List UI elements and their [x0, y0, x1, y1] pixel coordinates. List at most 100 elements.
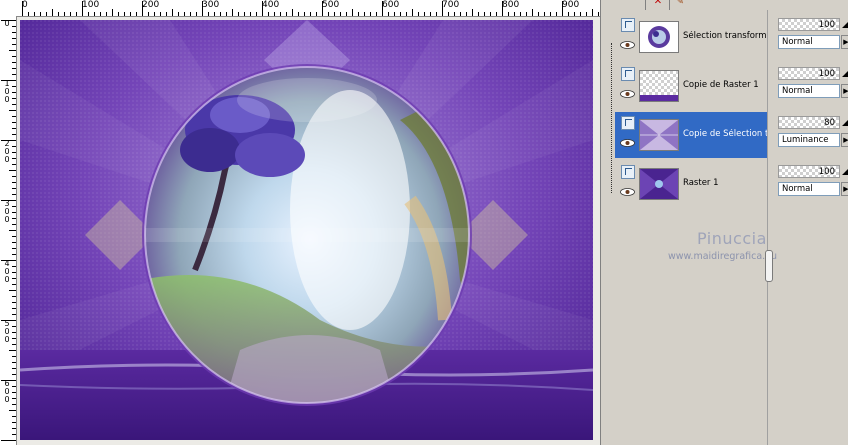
ruler-tick: [448, 12, 449, 16]
ruler-tick: [12, 326, 16, 327]
ruler-tick: [478, 12, 479, 16]
ruler-tick: [12, 86, 16, 87]
ruler-tick: [12, 92, 16, 93]
ruler-tick: [334, 12, 335, 16]
ruler-tick: [46, 12, 47, 16]
ruler-tick: [340, 12, 341, 16]
toolbar-separator: [645, 0, 646, 10]
ruler-tick: [124, 12, 125, 16]
layer-row-selected[interactable]: Copie de Sélection t: [615, 112, 768, 158]
ruler-tick: [12, 74, 16, 75]
horizontal-ruler: 0 100 200 300 400 500 600 700 800 900: [16, 0, 600, 17]
layer-name: Raster 1: [683, 178, 719, 188]
ruler-tick: [12, 32, 16, 33]
eye-visibility-icon[interactable]: [620, 188, 635, 196]
eye-visibility-icon[interactable]: [620, 139, 635, 147]
ruler-tick: [1, 380, 16, 381]
layer-row[interactable]: Copie de Raster 1: [615, 63, 767, 109]
ruler-tick: [400, 12, 401, 16]
ruler-tick: [12, 308, 16, 309]
ruler-tick: [514, 12, 515, 16]
eye-visibility-icon[interactable]: [620, 90, 635, 98]
layer-type-icon: [621, 18, 635, 32]
ruler-tick: [12, 392, 16, 393]
toolbar-separator: [669, 0, 670, 10]
ruler-tick: [178, 12, 179, 16]
ruler-tick: [9, 50, 16, 51]
ruler-tick: [112, 9, 113, 16]
ruler-tick: [88, 12, 89, 16]
ruler-tick: [136, 12, 137, 16]
blend-mode-select[interactable]: Luminance: [778, 133, 840, 147]
ruler-tick: [388, 12, 389, 16]
opacity-spin-icon[interactable]: ◢: [842, 69, 848, 78]
ruler-corner: [0, 0, 17, 17]
ruler-tick: [166, 12, 167, 16]
layer-row[interactable]: Raster 1: [615, 161, 767, 207]
ruler-tick: [12, 158, 16, 159]
opacity-value: 100: [818, 20, 835, 30]
ruler-tick: [12, 266, 16, 267]
ruler-label: 900: [562, 0, 580, 10]
ruler-tick: [9, 350, 16, 351]
x-pattern-icon: [640, 120, 678, 150]
ruler-tick: [352, 9, 353, 16]
layer-properties: 100 ◢ Normal ▶ 100 ◢ Normal ▶ 80 ◢ Lumin…: [767, 10, 848, 445]
ruler-tick: [220, 12, 221, 16]
ruler-tick: [580, 12, 581, 16]
layer-name: Copie de Raster 1: [683, 80, 759, 90]
ruler-tick: [250, 12, 251, 16]
ruler-tick: [496, 12, 497, 16]
ruler-tick: [40, 12, 41, 16]
ruler-tick: [12, 68, 16, 69]
layer-props-row: 100 ◢ Normal ▶: [778, 67, 848, 113]
blend-mode-select[interactable]: Normal: [778, 84, 840, 98]
opacity-slider[interactable]: 100: [778, 67, 840, 80]
blend-mode-select[interactable]: Normal: [778, 35, 840, 49]
ruler-tick: [472, 9, 473, 16]
opacity-slider[interactable]: 100: [778, 18, 840, 31]
ruler-tick: [12, 26, 16, 27]
ruler-tick: [12, 374, 16, 375]
opacity-spin-icon[interactable]: ◢: [842, 118, 848, 127]
scrollbar-thumb[interactable]: [765, 250, 773, 282]
blend-dropdown-arrow-icon[interactable]: ▶: [841, 35, 848, 49]
ruler-tick: [502, 1, 503, 16]
ruler-tick: [22, 1, 23, 16]
ruler-tick: [1, 260, 16, 261]
ruler-tick: [12, 104, 16, 105]
ruler-tick: [1, 20, 16, 21]
ruler-tick: [12, 368, 16, 369]
ruler-tick: [562, 1, 563, 16]
opacity-spin-icon[interactable]: ◢: [842, 167, 848, 176]
ruler-tick: [12, 404, 16, 405]
ruler-tick: [12, 356, 16, 357]
blend-dropdown-arrow-icon[interactable]: ▶: [841, 182, 848, 196]
purple-bg-icon: [640, 169, 678, 199]
opacity-slider[interactable]: 80: [778, 116, 840, 129]
ruler-tick: [154, 12, 155, 16]
ruler-tick: [526, 12, 527, 16]
ruler-tick: [346, 12, 347, 16]
ruler-tick: [286, 12, 287, 16]
opacity-spin-icon[interactable]: ◢: [842, 20, 848, 29]
opacity-slider[interactable]: 100: [778, 165, 840, 178]
eye-visibility-icon[interactable]: [620, 41, 635, 49]
ruler-label: 300: [202, 0, 220, 10]
layer-row[interactable]: Sélection transformée: [615, 14, 769, 60]
ruler-tick: [268, 12, 269, 16]
ruler-label: 5 0 0: [4, 319, 10, 344]
blend-dropdown-arrow-icon[interactable]: ▶: [841, 84, 848, 98]
ruler-tick: [226, 12, 227, 16]
ruler-label: 700: [442, 0, 460, 10]
ruler-tick: [9, 410, 16, 411]
image-canvas[interactable]: [20, 20, 593, 440]
blend-dropdown-arrow-icon[interactable]: ▶: [841, 133, 848, 147]
ruler-tick: [586, 12, 587, 16]
image-workspace[interactable]: 0 100 200 300 400 500 600 700 800 900 0 …: [0, 0, 600, 445]
blend-mode-select[interactable]: Normal: [778, 182, 840, 196]
delete-layer-icon[interactable]: ✕: [651, 0, 665, 8]
ruler-tick: [12, 362, 16, 363]
ruler-tick: [172, 9, 173, 16]
brush-icon[interactable]: ✎: [673, 0, 687, 8]
